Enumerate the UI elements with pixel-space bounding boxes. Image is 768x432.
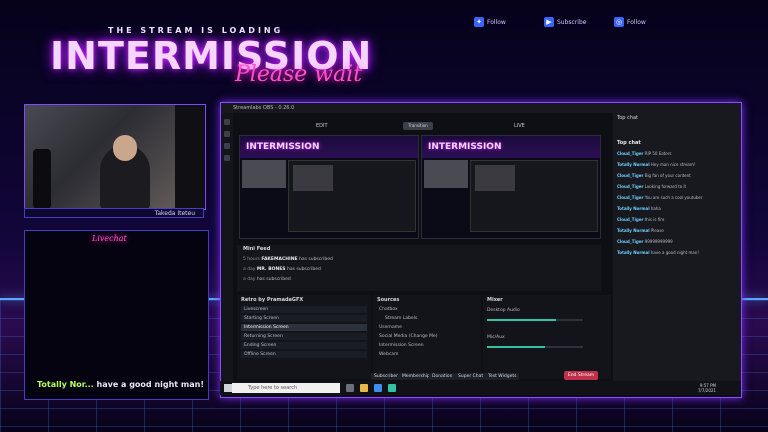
chat-message: Cloud_Tiger Looking forward to it — [617, 184, 687, 189]
task-view-icon[interactable] — [346, 384, 354, 392]
test-donation-button[interactable]: Donation — [429, 373, 456, 380]
chat-message: Cloud_Tiger You are such a cool youtuber — [617, 195, 703, 200]
dashboard-icon[interactable] — [224, 155, 230, 161]
test-membership-button[interactable]: Membership — [399, 373, 433, 380]
social-instagram: ◎ Follow — [614, 17, 646, 27]
livechat-box — [24, 230, 209, 400]
mic-icon — [33, 149, 51, 209]
source-item[interactable]: Intermission Screen — [379, 342, 424, 349]
mini-feed-title: Mini Feed — [243, 246, 271, 252]
streamlabs-window: Streamlabs OBS - 0.26.0 EDIT Transition … — [220, 102, 742, 398]
browser-icon[interactable] — [374, 384, 382, 392]
mixer-panel: Mixer Desktop Audio Mic/Aux — [483, 295, 611, 379]
taskbar-search-input[interactable]: Type here to search — [232, 383, 340, 393]
scene-item[interactable]: Starting Screen — [241, 315, 367, 322]
feed-row[interactable]: 5 hours FAKEMACHINE has subscribed — [243, 257, 333, 265]
please-wait-subtitle: Please wait — [235, 62, 363, 87]
chat-message: Totally Normal have a good night man! — [617, 250, 699, 255]
test-subscriber-button[interactable]: Subscriber — [371, 373, 401, 380]
left-nav — [221, 113, 233, 381]
test-widgets-button[interactable]: Test Widgets — [485, 373, 520, 380]
edit-preview[interactable]: INTERMISSION — [239, 135, 419, 239]
scene-item[interactable]: Offline Screen — [241, 351, 367, 358]
windows-start-icon[interactable] — [224, 384, 232, 392]
scene-item[interactable]: Returning Screen — [241, 333, 367, 340]
streamlabs-taskbar-icon[interactable] — [388, 384, 396, 392]
webcam-feed — [24, 104, 206, 210]
live-label: LIVE — [514, 123, 525, 129]
studio-icon[interactable] — [224, 119, 230, 125]
chat-title: Top chat — [617, 140, 641, 146]
window-titlebar[interactable]: Streamlabs OBS - 0.26.0 — [221, 103, 741, 113]
source-item[interactable]: Stream Labels — [385, 315, 417, 322]
transition-button[interactable]: Transition — [403, 122, 433, 130]
taskbar-clock: 9:57 PM 7/7/2021 — [698, 383, 716, 393]
end-stream-button[interactable]: End Stream — [564, 371, 598, 380]
source-item[interactable]: Chatbox — [379, 306, 398, 313]
source-item[interactable]: Username — [379, 324, 402, 331]
streamer-nameplate: Takeda Iteteu — [24, 208, 204, 218]
sources-title: Sources — [377, 297, 400, 303]
source-item[interactable]: Webcam — [379, 351, 398, 358]
chat-message: Cloud_Tiger this is fire — [617, 217, 665, 222]
scenes-title: Retro by PramadaGFX — [241, 297, 304, 303]
themes-icon[interactable] — [224, 131, 230, 137]
chat-message: Totally Normal Hey man nice stream! — [617, 162, 696, 167]
chat-message: Totally Normal Please — [617, 228, 664, 233]
live-preview: INTERMISSION — [421, 135, 601, 239]
mic-aux-slider[interactable] — [487, 346, 583, 348]
feed-row[interactable]: a day has subscribed — [243, 277, 291, 285]
chat-message: Cloud_Tiger Big fan of your content — [617, 173, 691, 178]
desktop-audio-slider[interactable] — [487, 319, 583, 321]
chat-message: Totally Normal haha — [617, 206, 661, 211]
sources-panel: Sources Chatbox Stream Labels Username S… — [373, 295, 481, 379]
instagram-icon: ◎ — [614, 17, 624, 27]
livechat-message: Totally Nor... have a good night man! — [37, 380, 204, 389]
edit-label: EDIT — [316, 123, 328, 129]
test-superchat-button[interactable]: Super Chat — [455, 373, 487, 380]
chat-header[interactable]: Top chat — [617, 115, 638, 121]
chat-message: Cloud_Tiger RIP 50 Eaters — [617, 151, 672, 156]
scene-item-selected[interactable]: Intermission Screen — [241, 324, 367, 331]
social-youtube: ▶ Subscribe — [544, 14, 594, 30]
scene-item[interactable]: Livescreen — [241, 306, 367, 313]
source-item[interactable]: Social Media (Change Me) — [379, 333, 438, 340]
file-explorer-icon[interactable] — [360, 384, 368, 392]
twitter-icon: ✦ — [474, 17, 484, 27]
scene-item[interactable]: Ending Screen — [241, 342, 367, 349]
apps-icon[interactable] — [224, 143, 230, 149]
youtube-icon: ▶ — [544, 17, 554, 27]
social-twitter: ✦ Follow — [474, 14, 524, 30]
livechat-title: Livechat — [92, 234, 127, 243]
feed-row[interactable]: a day MR. BONES has subscribed — [243, 267, 321, 275]
scenes-panel: Retro by PramadaGFX Livescreen Starting … — [237, 295, 371, 379]
mixer-channel-label: Mic/Aux — [487, 335, 505, 340]
chat-message: Cloud_Tiger 99999999999 — [617, 239, 673, 244]
mixer-channel-label: Desktop Audio — [487, 308, 520, 313]
mixer-title: Mixer — [487, 297, 503, 303]
